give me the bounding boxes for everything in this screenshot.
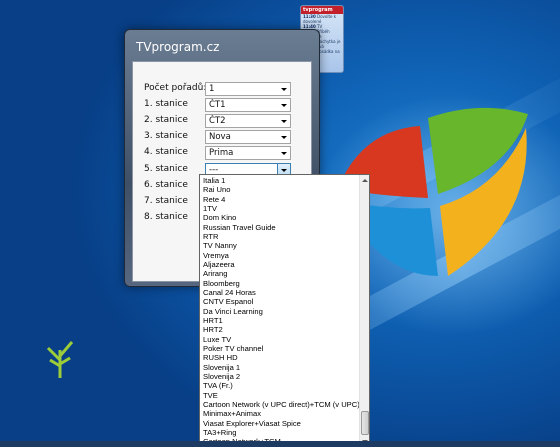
scrollbar-thumb[interactable] [361, 411, 369, 435]
dropdown-scrollbar[interactable] [359, 175, 369, 446]
station-label: 6. stanice [144, 180, 188, 190]
gadget-header: tvprogram [301, 6, 343, 14]
dropdown-option[interactable]: Viasat Explorer+Viasat Spice [200, 419, 360, 428]
dropdown-option[interactable]: Slovenija 2 [200, 372, 360, 381]
dropdown-option[interactable]: CNTV Espanol [200, 297, 360, 306]
gadget-row: 11:30 Dovolte k dovolené [303, 14, 337, 24]
station-select-3[interactable]: Nova [205, 130, 291, 144]
chevron-down-icon[interactable] [277, 131, 290, 143]
count-label: Počet pořadů: [144, 83, 207, 93]
station-select-1[interactable]: ČT1 [205, 98, 291, 112]
chevron-down-icon[interactable] [277, 147, 290, 159]
dropdown-option[interactable]: TVA (Fr.) [200, 381, 360, 390]
station-value: Nova [209, 132, 231, 142]
dropdown-option[interactable]: Poker TV channel [200, 344, 360, 353]
dropdown-option[interactable]: Aljazeera [200, 260, 360, 269]
dropdown-option[interactable]: TVE [200, 391, 360, 400]
dropdown-option[interactable]: Vremya [200, 251, 360, 260]
dropdown-option[interactable]: TA3+Ring [200, 428, 360, 437]
station-dropdown-list[interactable]: Italia 1 Rai Uno Rete 4 1TV Dom Kino Russian … [199, 174, 370, 447]
station-label: 5. stanice [144, 164, 188, 174]
dropdown-option[interactable]: Rai Uno [200, 185, 360, 194]
station-label: 7. stanice [144, 196, 188, 206]
dropdown-option[interactable]: Minimax+Animax [200, 409, 360, 418]
station-label: 4. stanice [144, 147, 188, 157]
count-select[interactable]: 1 [205, 82, 291, 96]
dropdown-option[interactable]: Rete 4 [200, 195, 360, 204]
dropdown-option[interactable]: HRT2 [200, 325, 360, 334]
chevron-down-icon[interactable] [277, 115, 290, 127]
station-value: ČT2 [209, 116, 226, 126]
station-label: 8. stanice [144, 212, 188, 222]
taskbar [0, 441, 560, 447]
dropdown-option[interactable]: RUSH HD [200, 353, 360, 362]
station-select-4[interactable]: Prima [205, 146, 291, 160]
dropdown-option[interactable]: Slovenija 1 [200, 363, 360, 372]
dropdown-options: Italia 1 Rai Uno Rete 4 1TV Dom Kino Russian … [200, 176, 360, 446]
scroll-up-icon[interactable] [360, 175, 369, 185]
station-label: 1. stanice [144, 99, 188, 109]
station-label: 3. stanice [144, 131, 188, 141]
dropdown-option[interactable]: Arirang [200, 269, 360, 278]
station-select-2[interactable]: ČT2 [205, 114, 291, 128]
station-value: ČT1 [209, 100, 226, 110]
dropdown-option[interactable]: 1TV [200, 204, 360, 213]
dropdown-option[interactable]: Italia 1 [200, 176, 360, 185]
dropdown-option[interactable]: Bloomberg [200, 279, 360, 288]
station-label: 2. stanice [144, 115, 188, 125]
dropdown-option[interactable]: RTR [200, 232, 360, 241]
leaf-decoration [46, 341, 74, 378]
dropdown-option[interactable]: HRT1 [200, 316, 360, 325]
dropdown-option[interactable]: TV Nanny [200, 241, 360, 250]
station-value: Prima [209, 148, 234, 158]
dropdown-option[interactable]: Cartoon Network (v UPC direct)+TCM (v UP… [200, 400, 360, 409]
window-title: TVprogram.cz [136, 40, 220, 54]
chevron-down-icon[interactable] [277, 83, 290, 95]
dropdown-option[interactable]: Da Vinci Learning [200, 307, 360, 316]
chevron-down-icon[interactable] [277, 99, 290, 111]
dropdown-option[interactable]: Canal 24 Horas [200, 288, 360, 297]
dropdown-option[interactable]: Luxe TV [200, 335, 360, 344]
count-value: 1 [209, 84, 215, 94]
dropdown-option[interactable]: Dom Kino [200, 213, 360, 222]
dropdown-option[interactable]: Russian Travel Guide [200, 223, 360, 232]
